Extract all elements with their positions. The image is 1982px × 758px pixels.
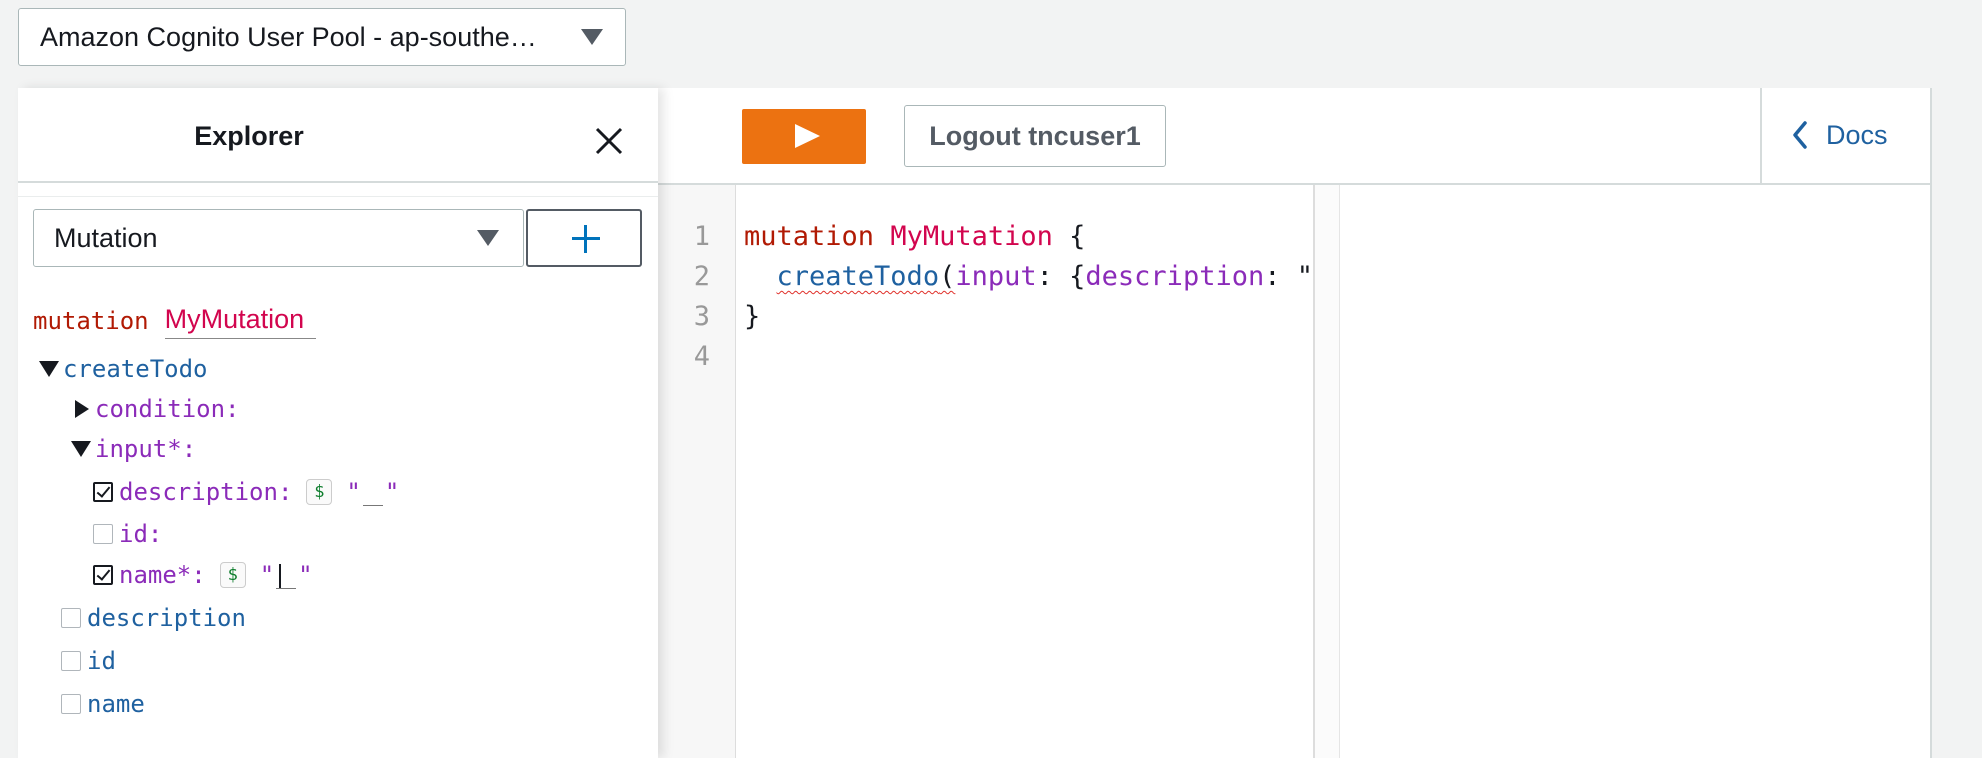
caret-down-icon[interactable] (39, 361, 59, 377)
code-line-2: createTodo(input: {description: "' (776, 261, 1313, 292)
triangle-down-icon (581, 29, 603, 45)
field-label: createTodo (63, 355, 208, 383)
docs-divider (1760, 88, 1762, 185)
caret-down-icon[interactable] (71, 441, 91, 457)
caret-right-icon[interactable] (75, 400, 89, 418)
tree-input-name[interactable]: name*: $ " " (93, 558, 313, 592)
logout-button[interactable]: Logout tncuser1 (904, 105, 1166, 167)
variable-toggle-button[interactable]: $ (306, 479, 333, 505)
checkbox[interactable] (61, 694, 81, 714)
checkbox[interactable] (93, 565, 113, 585)
tree-return-description[interactable]: description (61, 601, 246, 635)
variable-toggle-button[interactable]: $ (219, 562, 246, 588)
tree-return-name[interactable]: name (61, 687, 145, 721)
operation-name-input[interactable]: MyMutation (164, 304, 317, 339)
editor-gutter: 1 2 3 4 (658, 185, 736, 758)
checkbox[interactable] (61, 608, 81, 628)
explorer-pane: Explorer Mutation mutation MyMutation cr… (18, 88, 658, 758)
line-number: 2 (693, 261, 710, 292)
input-field-label: name*: (119, 561, 206, 589)
auth-mode-label: Amazon Cognito User Pool - ap-southe… (40, 21, 537, 52)
tree-input-description[interactable]: description: $ " " (93, 475, 399, 509)
code-line-1: mutation MyMutation { (744, 221, 1086, 252)
editor-scrollbar[interactable] (1315, 185, 1340, 758)
auth-mode-select[interactable]: Amazon Cognito User Pool - ap-southe… (18, 8, 626, 66)
docs-label: Docs (1826, 119, 1888, 150)
return-field-label: id (87, 647, 116, 675)
tree-return-id[interactable]: id (61, 644, 116, 678)
line-number: 1 (693, 221, 710, 252)
graphiql-panel: Explorer Mutation mutation MyMutation cr… (18, 88, 1932, 758)
checkbox[interactable] (93, 524, 113, 544)
chevron-left-icon (1793, 121, 1807, 149)
tree-arg-input[interactable]: input*: (71, 432, 196, 466)
docs-button[interactable]: Docs (1792, 110, 1888, 160)
play-icon (795, 124, 820, 148)
tree-field-createTodo[interactable]: createTodo (39, 352, 208, 386)
return-field-label: description (87, 604, 246, 632)
run-query-button[interactable] (742, 109, 866, 164)
return-field-label: name (87, 690, 145, 718)
operation-keyword: mutation (33, 307, 149, 335)
arg-label: condition: (95, 395, 240, 423)
query-editor[interactable]: mutation MyMutation { createTodo(input: … (735, 185, 1313, 758)
tree-arg-condition[interactable]: condition: (75, 392, 240, 426)
line-number: 3 (693, 301, 710, 332)
checkbox[interactable] (61, 651, 81, 671)
tree-input-id[interactable]: id: (93, 517, 162, 551)
checkbox[interactable] (93, 482, 113, 502)
code-line-3: } (744, 301, 761, 332)
string-value-input[interactable]: " " (260, 561, 313, 589)
arg-label: input*: (95, 435, 197, 463)
operation-definition-row: mutation MyMutation (33, 304, 317, 339)
input-field-label: id: (119, 520, 163, 548)
string-value-input[interactable]: " " (346, 478, 399, 506)
line-number: 4 (693, 341, 710, 372)
input-field-label: description: (119, 478, 293, 506)
explorer-tree: mutation MyMutation createTodo condition… (18, 88, 658, 758)
panel-border (1930, 88, 1932, 758)
